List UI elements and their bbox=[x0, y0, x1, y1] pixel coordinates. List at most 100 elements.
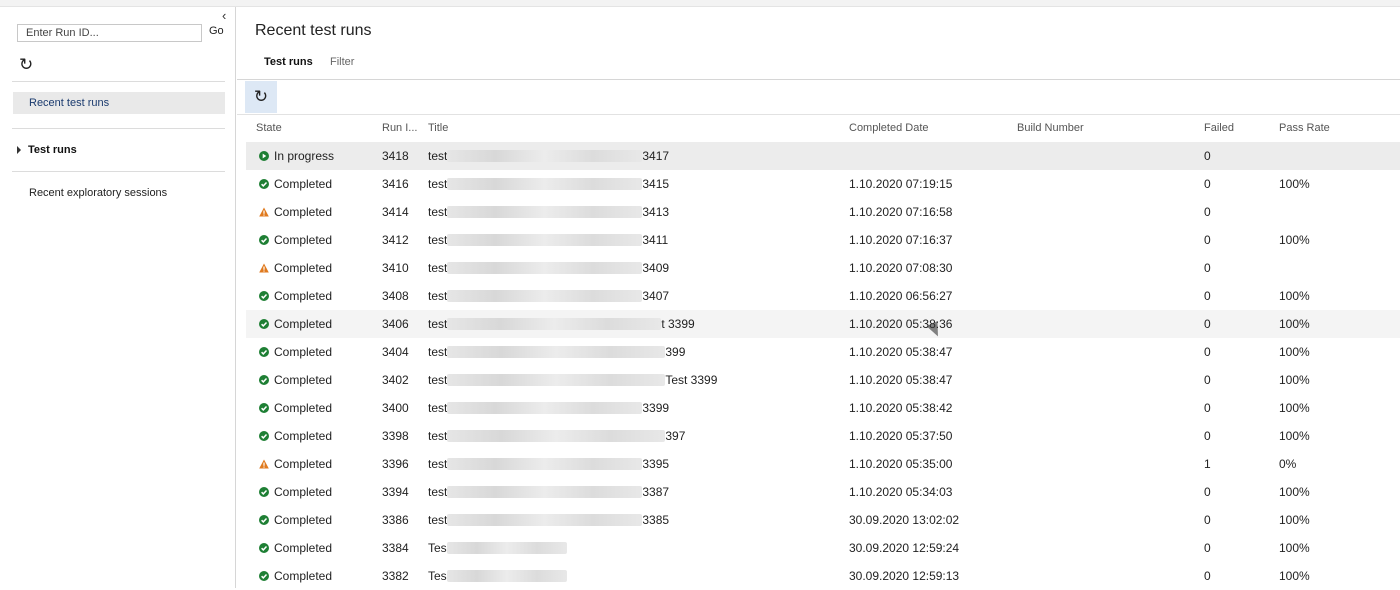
table-row[interactable]: Completed 3404 test 399 1.10.2020 05:38:47 0 1… bbox=[246, 338, 1400, 366]
title-cell[interactable]: test 3411 bbox=[428, 233, 668, 247]
table-row[interactable]: Completed 3412 test 3411 1.10.2020 07:16:37 0… bbox=[246, 226, 1400, 254]
table-row[interactable]: In progress 3418 test 3417 0 bbox=[246, 142, 1400, 170]
column-header-state[interactable]: State bbox=[256, 122, 282, 134]
run-id-cell[interactable]: 3412 bbox=[382, 233, 409, 247]
go-button[interactable]: Go bbox=[209, 25, 224, 37]
table-row[interactable]: Completed 3402 test Test 3399 1.10.2020 05:3… bbox=[246, 366, 1400, 394]
title-cell[interactable]: test 3417 bbox=[428, 149, 669, 163]
state-label: Completed bbox=[274, 177, 333, 191]
run-id-cell[interactable]: 3402 bbox=[382, 373, 409, 387]
failed-cell: 1 bbox=[1204, 457, 1211, 471]
failed-cell: 0 bbox=[1204, 317, 1211, 331]
title-cell[interactable]: test 3387 bbox=[428, 485, 669, 499]
table-row[interactable]: Completed 3406 test t 3399 1.10.2020 05:38:3… bbox=[246, 310, 1400, 338]
refresh-icon[interactable]: ↻ bbox=[19, 55, 33, 75]
title-text: Tes bbox=[428, 569, 447, 583]
state-cell: Completed bbox=[259, 429, 332, 443]
run-id-cell[interactable]: 3382 bbox=[382, 569, 409, 583]
title-cell[interactable]: test 3407 bbox=[428, 289, 669, 303]
run-id-cell[interactable]: 3398 bbox=[382, 429, 409, 443]
title-suffix: t 3399 bbox=[661, 317, 695, 331]
column-header-pass-rate[interactable]: Pass Rate bbox=[1279, 122, 1330, 134]
run-id-cell[interactable]: 3416 bbox=[382, 177, 409, 191]
state-label: Completed bbox=[274, 541, 333, 555]
table-row[interactable]: Completed 3416 test 3415 1.10.2020 07:19:15 0… bbox=[246, 170, 1400, 198]
completed-date-cell: 30.09.2020 13:02:02 bbox=[849, 513, 960, 527]
completed-date-cell: 1.10.2020 05:38:47 bbox=[849, 345, 953, 359]
run-id-input[interactable] bbox=[17, 24, 202, 42]
title-suffix: 3395 bbox=[642, 457, 670, 471]
check-circle-icon bbox=[259, 375, 269, 385]
title-cell[interactable]: test 399 bbox=[428, 345, 685, 359]
table-row[interactable]: Completed 3398 test 397 1.10.2020 05:37:50 0 1… bbox=[246, 422, 1400, 450]
title-suffix: 3407 bbox=[642, 289, 670, 303]
title-suffix: Test 3399 bbox=[665, 373, 718, 387]
nav-item-recent-exploratory-sessions[interactable]: Recent exploratory sessions bbox=[29, 187, 167, 199]
title-cell[interactable]: test Test 3399 bbox=[428, 373, 717, 387]
expand-triangle-icon[interactable] bbox=[17, 146, 21, 154]
column-header-build-number[interactable]: Build Number bbox=[1017, 122, 1084, 134]
tab-filter[interactable]: Filter bbox=[330, 56, 354, 68]
state-cell: In progress bbox=[259, 149, 334, 163]
run-id-cell[interactable]: 3394 bbox=[382, 485, 409, 499]
redacted-text bbox=[447, 150, 643, 162]
table-row[interactable]: Completed 3382 Tes 30.09.2020 12:59:13 0 100% bbox=[246, 562, 1400, 590]
title-cell[interactable]: test t 3399 bbox=[428, 317, 695, 331]
title-text: test bbox=[428, 513, 448, 527]
table-row[interactable]: Completed 3384 Tes 30.09.2020 12:59:24 0 100% bbox=[246, 534, 1400, 562]
state-cell: Completed bbox=[259, 569, 332, 583]
redacted-text bbox=[446, 570, 567, 582]
title-cell[interactable]: test 3415 bbox=[428, 177, 669, 191]
table-row[interactable]: Completed 3408 test 3407 1.10.2020 06:56:27 0… bbox=[246, 282, 1400, 310]
table-row[interactable]: Completed 3414 test 3413 1.10.2020 07:16:58 0 bbox=[246, 198, 1400, 226]
run-id-cell[interactable]: 3418 bbox=[382, 149, 409, 163]
table-row[interactable]: Completed 3400 test 3399 1.10.2020 05:38:42 0… bbox=[246, 394, 1400, 422]
tab-test-runs[interactable]: Test runs bbox=[264, 56, 313, 68]
table-row[interactable]: Completed 3410 test 3409 1.10.2020 07:08:30 0 bbox=[246, 254, 1400, 282]
state-cell: Completed bbox=[259, 205, 332, 219]
run-id-cell[interactable]: 3406 bbox=[382, 317, 409, 331]
title-cell[interactable]: test 3395 bbox=[428, 457, 669, 471]
title-cell[interactable]: Tes bbox=[428, 541, 567, 555]
collapse-sidebar-icon[interactable]: ‹ bbox=[222, 8, 226, 23]
run-id-cell[interactable]: 3384 bbox=[382, 541, 409, 555]
refresh-button[interactable]: ↻ bbox=[245, 81, 277, 113]
title-cell[interactable]: test 3385 bbox=[428, 513, 669, 527]
title-text: test bbox=[428, 485, 448, 499]
run-id-cell[interactable]: 3414 bbox=[382, 205, 409, 219]
table-row[interactable]: Completed 3396 test 3395 1.10.2020 05:35:00 1… bbox=[246, 450, 1400, 478]
state-cell: Completed bbox=[259, 289, 332, 303]
title-cell[interactable]: test 3399 bbox=[428, 401, 669, 415]
state-label: Completed bbox=[274, 457, 333, 471]
title-text: test bbox=[428, 345, 448, 359]
title-cell[interactable]: test 3413 bbox=[428, 205, 669, 219]
table-row[interactable]: Completed 3394 test 3387 1.10.2020 05:34:03 0… bbox=[246, 478, 1400, 506]
nav-item-test-runs[interactable]: Test runs bbox=[17, 144, 77, 156]
title-cell[interactable]: test 397 bbox=[428, 429, 685, 443]
nav-item-recent-test-runs[interactable]: Recent test runs bbox=[13, 92, 225, 114]
run-id-cell[interactable]: 3386 bbox=[382, 513, 409, 527]
column-header-run-id[interactable]: Run I... bbox=[382, 122, 417, 134]
run-id-cell[interactable]: 3404 bbox=[382, 345, 409, 359]
column-header-title[interactable]: Title bbox=[428, 122, 448, 134]
title-text: test bbox=[428, 149, 448, 163]
title-text: test bbox=[428, 289, 448, 303]
run-id-cell[interactable]: 3396 bbox=[382, 457, 409, 471]
check-circle-icon bbox=[259, 487, 269, 497]
table-row[interactable]: Completed 3386 test 3385 30.09.2020 13:02:02… bbox=[246, 506, 1400, 534]
title-suffix: 3417 bbox=[642, 149, 670, 163]
check-circle-icon bbox=[259, 319, 269, 329]
state-cell: Completed bbox=[259, 261, 332, 275]
column-header-failed[interactable]: Failed bbox=[1204, 122, 1234, 134]
failed-cell: 0 bbox=[1204, 205, 1211, 219]
title-text: test bbox=[428, 429, 448, 443]
run-id-cell[interactable]: 3408 bbox=[382, 289, 409, 303]
state-label: Completed bbox=[274, 429, 333, 443]
column-header-completed-date[interactable]: Completed Date bbox=[849, 122, 929, 134]
pass-rate-cell: 100% bbox=[1279, 513, 1310, 527]
run-id-cell[interactable]: 3410 bbox=[382, 261, 409, 275]
redacted-text bbox=[447, 346, 666, 358]
run-id-cell[interactable]: 3400 bbox=[382, 401, 409, 415]
title-cell[interactable]: test 3409 bbox=[428, 261, 669, 275]
title-cell[interactable]: Tes bbox=[428, 569, 567, 583]
